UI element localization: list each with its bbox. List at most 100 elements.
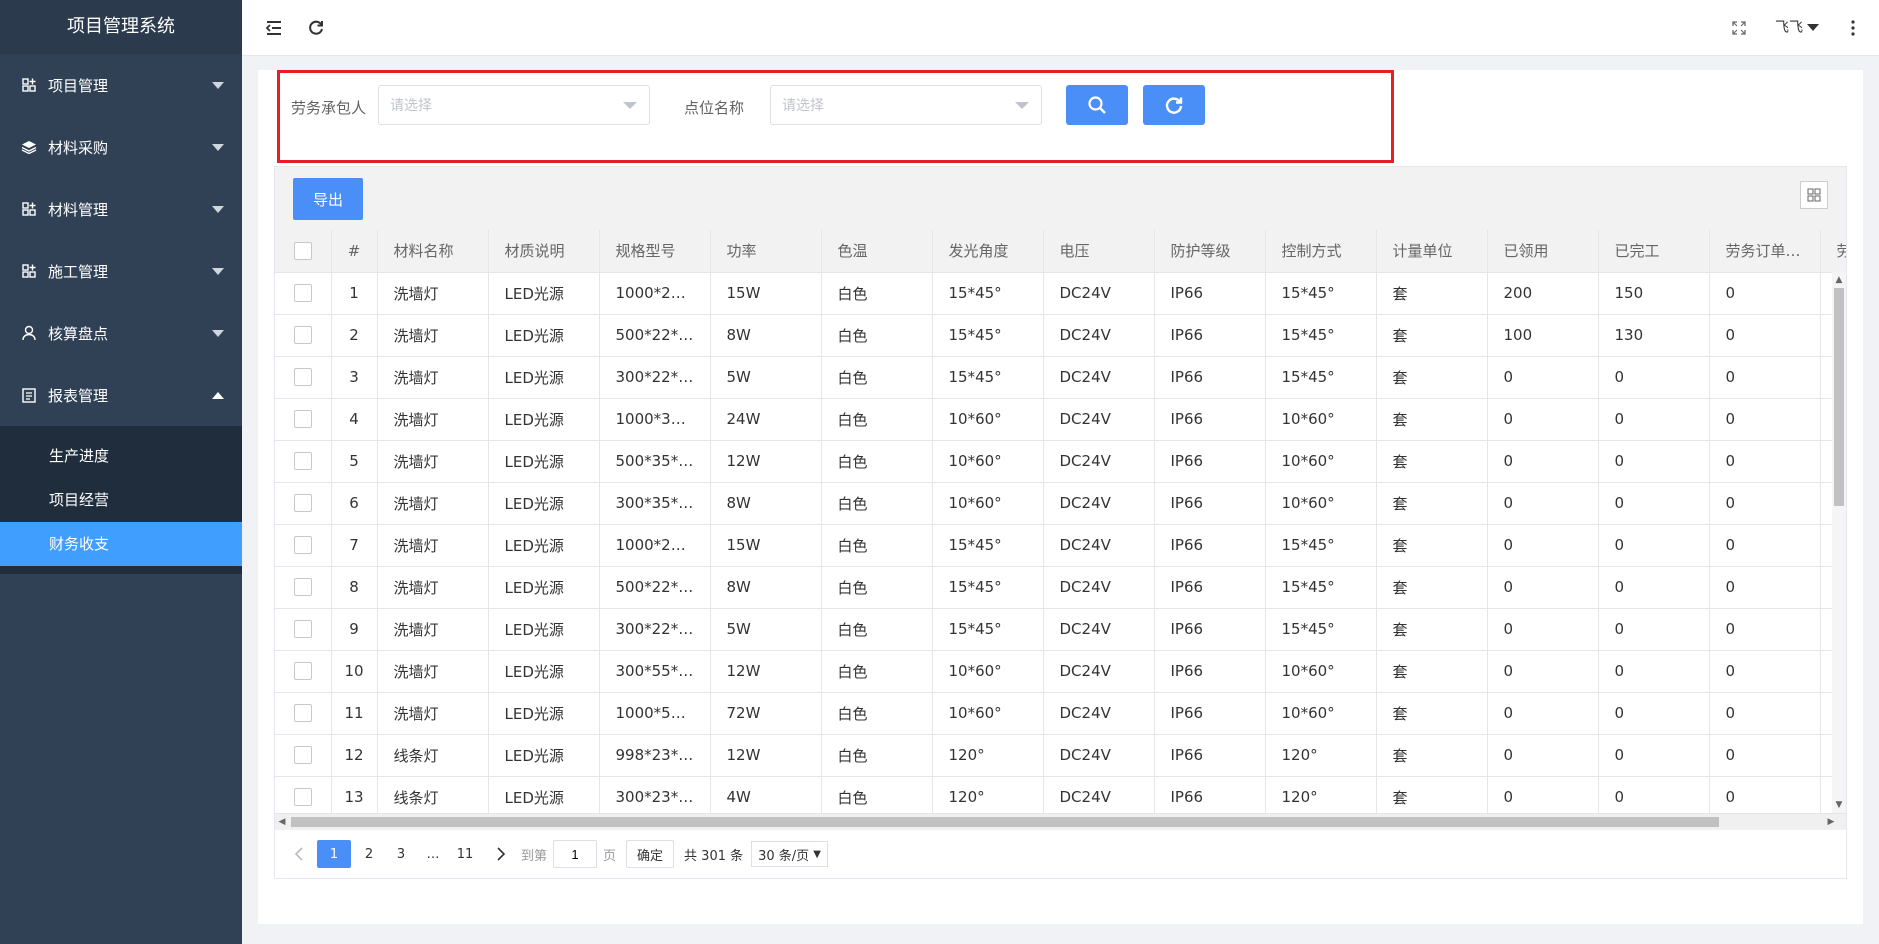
row-checkbox[interactable] xyxy=(293,662,312,681)
collapse-sidebar-button[interactable] xyxy=(260,14,288,42)
row-select-cell xyxy=(275,314,332,357)
table-cell: 0 xyxy=(1598,692,1710,735)
table-cell: 1 xyxy=(331,272,378,315)
column-header[interactable]: # xyxy=(331,230,378,273)
table-row[interactable]: 3 洗墙灯 LED光源 300*22*… 5W 白色 15*45° DC24V IP66 15*4… xyxy=(275,356,1846,399)
sidebar-item-5[interactable]: 核算盘点 xyxy=(0,302,242,364)
prev-page-button[interactable] xyxy=(285,840,313,868)
row-checkbox[interactable] xyxy=(293,620,312,639)
column-header[interactable]: 已领用 xyxy=(1487,230,1599,273)
row-checkbox[interactable] xyxy=(293,326,312,345)
scroll-left-icon[interactable]: ◀ xyxy=(275,814,289,830)
column-header[interactable]: 劳务订单… xyxy=(1709,230,1821,273)
scroll-right-icon[interactable]: ▶ xyxy=(1824,814,1838,830)
table-cell: 0 xyxy=(1709,608,1821,651)
fullscreen-button[interactable] xyxy=(1725,14,1753,42)
user-menu[interactable]: 飞飞 xyxy=(1775,17,1819,37)
page-2[interactable]: 2 xyxy=(355,840,383,868)
column-header[interactable]: 电压 xyxy=(1043,230,1155,273)
vertical-scroll-thumb[interactable] xyxy=(1834,288,1844,506)
table-row[interactable]: 12 线条灯 LED光源 998*23*… 12W 白色 120° DC24V IP66 120°… xyxy=(275,734,1846,777)
sidebar-item-3[interactable]: 材料管理 xyxy=(0,178,242,240)
table-cell: 0 xyxy=(1709,650,1821,693)
table-row[interactable]: 6 洗墙灯 LED光源 300*35*… 8W 白色 10*60° DC24V IP66 10*6… xyxy=(275,482,1846,525)
dashboard-icon xyxy=(20,76,38,94)
column-settings-button[interactable] xyxy=(1800,181,1828,209)
row-checkbox[interactable] xyxy=(293,746,312,765)
column-header[interactable]: 控制方式 xyxy=(1265,230,1377,273)
scroll-up-icon[interactable]: ▲ xyxy=(1832,272,1846,288)
table-row[interactable]: 7 洗墙灯 LED光源 1000*22… 15W 白色 15*45° DC24V IP66 15*… xyxy=(275,524,1846,567)
table-row[interactable]: 10 洗墙灯 LED光源 300*55*… 12W 白色 10*60° DC24V IP66 10… xyxy=(275,650,1846,693)
row-select-cell xyxy=(275,734,332,777)
table-cell: 套 xyxy=(1376,314,1488,357)
table-cell: IP66 xyxy=(1154,566,1266,609)
row-checkbox[interactable] xyxy=(293,368,312,387)
row-checkbox[interactable] xyxy=(293,788,312,807)
column-header[interactable]: 功率 xyxy=(710,230,822,273)
horizontal-scroll-thumb[interactable] xyxy=(291,817,1719,827)
row-checkbox[interactable] xyxy=(293,452,312,471)
row-checkbox[interactable] xyxy=(293,704,312,723)
table-row[interactable]: 1 洗墙灯 LED光源 1000*22… 15W 白色 15*45° DC24V IP66 15*… xyxy=(275,272,1846,315)
sidebar-item-6[interactable]: 报表管理 xyxy=(0,364,242,426)
table-row[interactable]: 5 洗墙灯 LED光源 500*35*… 12W 白色 10*60° DC24V IP66 10*… xyxy=(275,440,1846,483)
export-button[interactable]: 导出 xyxy=(293,178,363,220)
page-1[interactable]: 1 xyxy=(317,840,351,868)
next-page-button[interactable] xyxy=(487,840,515,868)
column-header[interactable]: 色温 xyxy=(821,230,933,273)
table-row[interactable]: 2 洗墙灯 LED光源 500*22*… 8W 白色 15*45° DC24V IP66 15*4… xyxy=(275,314,1846,357)
sidebar-item-1[interactable]: 项目管理 xyxy=(0,54,242,116)
goto-page-input[interactable] xyxy=(553,840,598,868)
table-cell: 15*45° xyxy=(1265,566,1377,609)
column-header[interactable]: 已完工 xyxy=(1598,230,1710,273)
caret-down-icon xyxy=(212,206,224,213)
table-row[interactable]: 13 线条灯 LED光源 300*23*… 4W 白色 120° DC24V IP66 120° 套… xyxy=(275,776,1846,813)
row-checkbox[interactable] xyxy=(293,284,312,303)
page-11[interactable]: 11 xyxy=(451,840,479,868)
table-row[interactable]: 9 洗墙灯 LED光源 300*22*… 5W 白色 15*45° DC24V IP66 15*4… xyxy=(275,608,1846,651)
row-checkbox[interactable] xyxy=(293,410,312,429)
table-cell: 10*60° xyxy=(1265,440,1377,483)
column-header[interactable]: 发光角度 xyxy=(932,230,1044,273)
table-cell: 8 xyxy=(331,566,378,609)
sidebar-subitem-3[interactable]: 财务收支 xyxy=(0,522,242,566)
sidebar-item-4[interactable]: 施工管理 xyxy=(0,240,242,302)
table-cell: 0 xyxy=(1598,398,1710,441)
column-header[interactable]: 防护等级 xyxy=(1154,230,1266,273)
more-button[interactable] xyxy=(1839,14,1867,42)
row-checkbox[interactable] xyxy=(293,578,312,597)
sidebar-subitem-1[interactable]: 生产进度 xyxy=(0,434,242,478)
row-checkbox[interactable] xyxy=(293,494,312,513)
column-header[interactable]: 材质说明 xyxy=(488,230,600,273)
scroll-down-icon[interactable]: ▼ xyxy=(1832,797,1846,813)
row-checkbox[interactable] xyxy=(293,536,312,555)
table-cell: 10*60° xyxy=(932,692,1044,735)
page-size-select[interactable]: 30 条/页 ▼ xyxy=(751,841,828,867)
row-select-cell xyxy=(275,524,332,567)
table-row[interactable]: 8 洗墙灯 LED光源 500*22*… 8W 白色 15*45° DC24V IP66 15*4… xyxy=(275,566,1846,609)
page-3[interactable]: 3 xyxy=(387,840,415,868)
vertical-scrollbar[interactable]: ▲ ▼ xyxy=(1832,272,1846,813)
refresh-page-button[interactable] xyxy=(302,14,330,42)
point-name-select[interactable]: 请选择 xyxy=(770,85,1042,125)
search-button[interactable] xyxy=(1066,85,1128,125)
column-header[interactable]: 材料名称 xyxy=(377,230,489,273)
table-row[interactable]: 11 洗墙灯 LED光源 1000*55… 72W 白色 10*60° DC24V IP66 10… xyxy=(275,692,1846,735)
select-all-checkbox[interactable] xyxy=(293,242,312,260)
table-cell: 白色 xyxy=(821,608,933,651)
goto-confirm-button[interactable]: 确定 xyxy=(626,840,675,868)
horizontal-scrollbar[interactable]: ◀ ▶ xyxy=(275,813,1846,829)
table-row[interactable]: 4 洗墙灯 LED光源 1000*35… 24W 白色 10*60° DC24V IP66 10*… xyxy=(275,398,1846,441)
sidebar-subitem-2[interactable]: 项目经营 xyxy=(0,478,242,522)
column-header[interactable]: 规格型号 xyxy=(599,230,711,273)
column-header[interactable]: 计量单位 xyxy=(1376,230,1488,273)
table-cell: 6 xyxy=(331,482,378,525)
table-cell: 白色 xyxy=(821,314,933,357)
table-cell: 15*45° xyxy=(932,566,1044,609)
reset-button[interactable] xyxy=(1143,85,1205,125)
column-header[interactable]: 劳 xyxy=(1820,230,1846,273)
sidebar-item-2[interactable]: 材料采购 xyxy=(0,116,242,178)
labor-contractor-select[interactable]: 请选择 xyxy=(378,85,650,125)
page-size-value: 30 条/页 xyxy=(758,848,810,864)
